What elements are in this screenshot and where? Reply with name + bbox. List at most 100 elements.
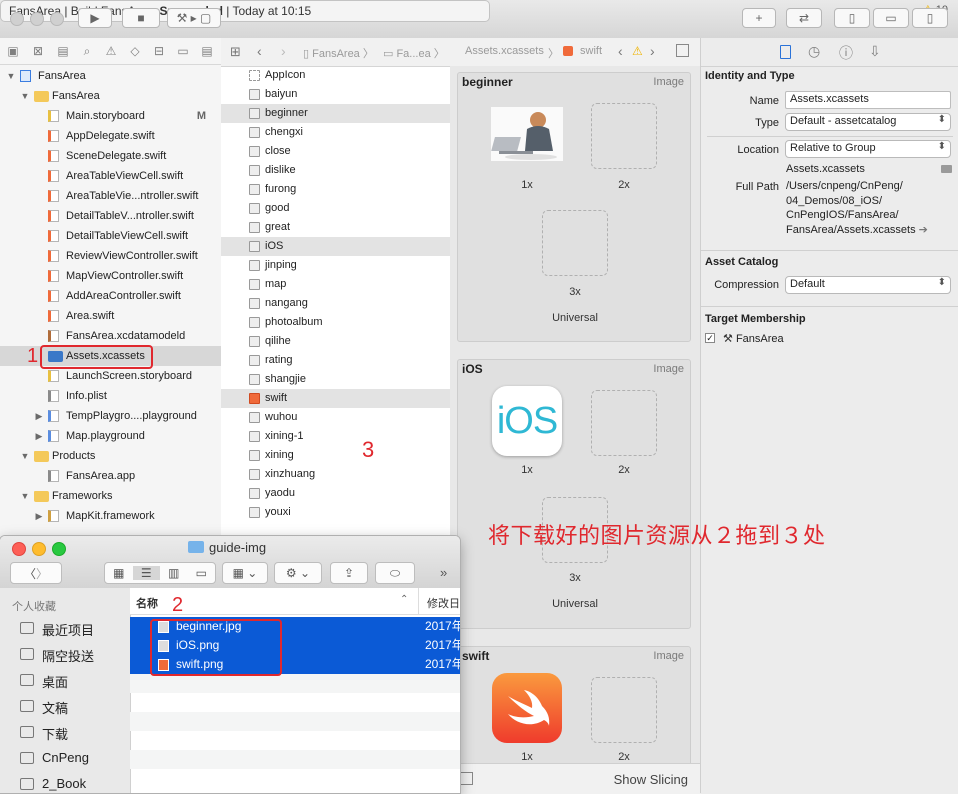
test-icon[interactable]: ◇	[128, 44, 142, 58]
slicing-icon[interactable]	[460, 772, 473, 785]
disclosure-open-icon[interactable]: ▼	[6, 66, 16, 86]
asset-row[interactable]: great	[221, 218, 450, 237]
ios-logo-image-1x[interactable]: iOS	[492, 386, 562, 456]
navigator-item[interactable]: Main.storyboard M	[0, 106, 221, 126]
navigator-item[interactable]: MapViewController.swift	[0, 266, 221, 286]
finder-sidebar-item[interactable]: 桌面	[20, 672, 130, 692]
type-select[interactable]: Default - assetcatalog ⬍	[785, 113, 951, 131]
navigator-item[interactable]: ▶ MapKit.framework	[0, 506, 221, 526]
minimize-window-button[interactable]	[32, 542, 46, 556]
navigator-item[interactable]: FansArea.xcdatamodeld	[0, 326, 221, 346]
navigator-item[interactable]: ▼ FansArea	[0, 86, 221, 106]
warning-icon[interactable]: ⚠	[632, 44, 643, 58]
navigator-item[interactable]: AppDelegate.swift	[0, 126, 221, 146]
compression-select[interactable]: Default ⬍	[785, 276, 951, 294]
toggle-debug-button[interactable]: ▭	[873, 8, 909, 28]
search-icon[interactable]: ⌕	[80, 44, 94, 58]
file-inspector-icon[interactable]	[780, 45, 791, 59]
add-editor-icon[interactable]	[676, 44, 689, 57]
asset-row[interactable]: baiyun	[221, 85, 450, 104]
crumb-assets[interactable]: Assets.xcassets	[465, 45, 544, 57]
back-forward-buttons[interactable]: 〈〉	[10, 562, 62, 584]
stop-button[interactable]: ■	[122, 8, 160, 28]
folder-icon[interactable]	[941, 165, 952, 173]
navigator-item[interactable]: AreaTableViewCell.swift	[0, 166, 221, 186]
symbol-icon[interactable]: ▤	[56, 44, 70, 58]
show-slicing-button[interactable]: Show Slicing	[614, 772, 688, 787]
library-button[interactable]: +	[742, 8, 776, 28]
asset-row[interactable]: yaodu	[221, 484, 450, 503]
column-name-header[interactable]: 名称	[136, 595, 158, 611]
asset-row[interactable]: xining-1	[221, 427, 450, 446]
navigator-item[interactable]: ▼ Frameworks	[0, 486, 221, 506]
finder-sidebar-item[interactable]: 文稿	[20, 698, 130, 718]
finder-sidebar-item[interactable]: 2_Book	[20, 776, 130, 793]
breakpoint-icon[interactable]: ▭	[176, 44, 190, 58]
asset-row[interactable]: qilihe	[221, 332, 450, 351]
share-button[interactable]: ⇪	[330, 562, 368, 584]
asset-row[interactable]: chengxi	[221, 123, 450, 142]
disclosure-closed-icon[interactable]: ▶	[34, 406, 44, 426]
prev-issue-icon[interactable]: ‹	[618, 43, 623, 59]
folder-icon[interactable]: ▣	[6, 44, 20, 58]
asset-row[interactable]: beginner	[221, 104, 450, 123]
asset-row[interactable]: nangang	[221, 294, 450, 313]
asset-row[interactable]: jinping	[221, 256, 450, 275]
forward-icon[interactable]: ›	[281, 43, 286, 59]
report-icon[interactable]: ▤	[200, 44, 214, 58]
tags-button[interactable]: ⬭	[375, 562, 415, 584]
disclosure-open-icon[interactable]: ▼	[20, 86, 30, 106]
membership-checkbox[interactable]: ✓	[705, 333, 715, 343]
back-icon[interactable]: ‹	[257, 43, 262, 59]
navigator-item[interactable]: ▶ TempPlaygro....playground	[0, 406, 221, 426]
asset-row[interactable]: xinzhuang	[221, 465, 450, 484]
toggle-navigator-button[interactable]: ▯	[834, 8, 870, 28]
navigator-item[interactable]: DetailTableViewCell.swift	[0, 226, 221, 246]
history-icon[interactable]: ◷	[808, 43, 820, 60]
navigator-item[interactable]: AddAreaController.swift	[0, 286, 221, 306]
disclosure-open-icon[interactable]: ▼	[20, 446, 30, 466]
slot-2x[interactable]	[591, 103, 657, 169]
navigator-item[interactable]: ▶ Map.playground	[0, 426, 221, 446]
slot-3x[interactable]	[542, 210, 608, 276]
image-set-swift[interactable]: swift Image 1x 2x	[457, 646, 691, 776]
crumb-group[interactable]: ▭ Fa...ea 〉	[383, 45, 445, 61]
reveal-arrow-icon[interactable]: ➔	[919, 224, 928, 236]
close-window-button[interactable]	[10, 12, 24, 26]
finder-sidebar-item[interactable]: 隔空投送	[20, 646, 130, 666]
attributes-icon[interactable]: ⇩	[869, 43, 881, 60]
disclosure-closed-icon[interactable]: ▶	[34, 506, 44, 526]
finder-sidebar-item[interactable]: CnPeng	[20, 750, 130, 770]
close-window-button[interactable]	[12, 542, 26, 556]
toggle-inspector-button[interactable]: ▯	[912, 8, 948, 28]
view-mode-buttons[interactable]: ▦ ☰ ▥ ▭	[104, 562, 216, 584]
crumb-swift[interactable]: swift	[580, 45, 602, 57]
zoom-window-button[interactable]	[52, 542, 66, 556]
asset-row[interactable]: swift	[221, 389, 450, 408]
finder-sidebar-item[interactable]: 最近项目	[20, 620, 130, 640]
action-button[interactable]: ⚙ ⌄	[274, 562, 322, 584]
asset-row[interactable]: close	[221, 142, 450, 161]
asset-row[interactable]: photoalbum	[221, 313, 450, 332]
more-icon[interactable]: »	[440, 565, 447, 580]
asset-row[interactable]: rating	[221, 351, 450, 370]
asset-row[interactable]: iOS	[221, 237, 450, 256]
navigator-item[interactable]: DetailTableV...ntroller.swift	[0, 206, 221, 226]
asset-row[interactable]: map	[221, 275, 450, 294]
run-button[interactable]: ▶	[78, 8, 112, 28]
column-date-header[interactable]: 修改日	[427, 595, 460, 611]
crumb-project[interactable]: ▯ FansArea 〉	[303, 45, 374, 61]
asset-row[interactable]: xining	[221, 446, 450, 465]
slot-2x[interactable]	[591, 390, 657, 456]
beginner-image-1x[interactable]	[491, 107, 563, 161]
navigator-item[interactable]: ReviewViewController.swift	[0, 246, 221, 266]
asset-row[interactable]: dislike	[221, 161, 450, 180]
location-select[interactable]: Relative to Group ⬍	[785, 140, 951, 158]
finder-sidebar-item[interactable]: 下载	[20, 724, 130, 744]
asset-row[interactable]: good	[221, 199, 450, 218]
asset-row[interactable]: shangjie	[221, 370, 450, 389]
code-review-button[interactable]: ⇄	[786, 8, 822, 28]
navigator-item[interactable]: SceneDelegate.swift	[0, 146, 221, 166]
source-control-icon[interactable]: ⊠	[31, 44, 45, 58]
debug-icon[interactable]: ⊟	[152, 44, 166, 58]
